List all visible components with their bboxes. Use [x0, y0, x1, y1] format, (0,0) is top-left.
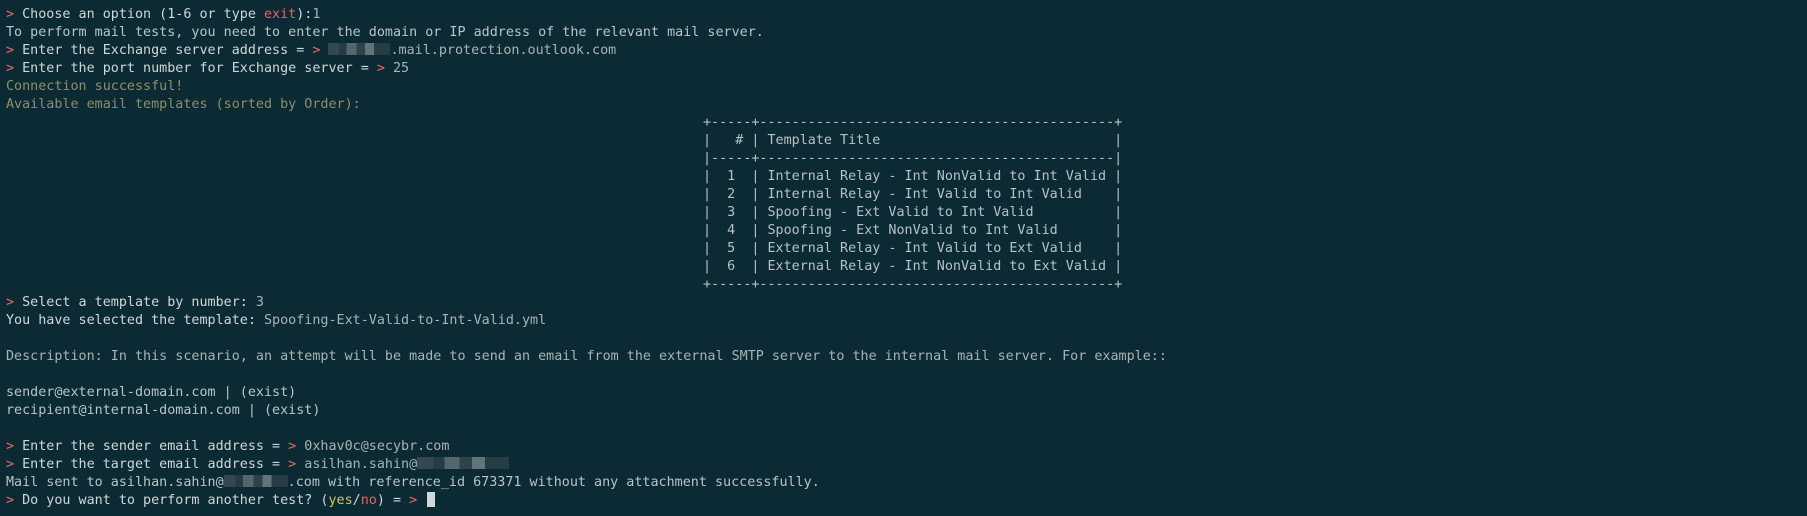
arrow-marker: > — [409, 493, 426, 508]
templates-heading-text: Available email templates (sorted by Ord… — [6, 97, 361, 112]
another-test-line[interactable]: > Do you want to perform another test? (… — [6, 492, 1807, 510]
example-recipient-text: recipient@internal-domain.com | (exist) — [6, 403, 321, 418]
mail-test-info-line: To perform mail tests, you need to enter… — [6, 24, 1807, 42]
description-text: Description: In this scenario, an attemp… — [6, 349, 1167, 364]
templates-table: +-----+---------------------------------… — [703, 114, 1807, 294]
another-test-close: ) = — [376, 493, 410, 508]
mail-sent-prefix: Mail sent to asilhan.sahin@ — [6, 475, 224, 490]
table-row: | 2 | Internal Relay - Int Valid to Int … — [703, 187, 1123, 202]
prompt-marker: > — [6, 295, 15, 310]
choose-option-close: ): — [296, 7, 313, 22]
table-bottom-border: +-----+---------------------------------… — [703, 277, 1123, 292]
mail-sent-suffix: .com with reference_id 673371 without an… — [287, 475, 820, 490]
prompt-marker: > — [6, 7, 15, 22]
select-template-value: 3 — [255, 295, 264, 310]
sender-address-label: Enter the sender email address = — [14, 439, 289, 454]
table-header: | # | Template Title | — [703, 133, 1123, 148]
option-slash: / — [352, 493, 361, 508]
selected-template-value: Spoofing-Ext-Valid-to-Int-Valid.yml — [263, 313, 547, 328]
exchange-address-line: > Enter the Exchange server address = > … — [6, 42, 1807, 60]
target-address-prefix: asilhan.sahin@ — [296, 457, 418, 472]
table-row: | 5 | External Relay - Int Valid to Ext … — [703, 241, 1123, 256]
prompt-marker: > — [6, 61, 15, 76]
redacted-block — [223, 475, 288, 487]
table-row: | 3 | Spoofing - Ext Valid to Int Valid … — [703, 205, 1123, 220]
connection-status-text: Connection successful! — [6, 79, 184, 94]
templates-heading-line: Available email templates (sorted by Ord… — [6, 96, 1807, 114]
exchange-port-line: > Enter the port number for Exchange ser… — [6, 60, 1807, 78]
table-row: | 4 | Spoofing - Ext NonValid to Int Val… — [703, 223, 1123, 238]
prompt-marker: > — [6, 43, 15, 58]
redacted-block — [417, 457, 510, 469]
example-recipient-line: recipient@internal-domain.com | (exist) — [6, 402, 1807, 420]
selected-template-label: You have selected the template: — [6, 313, 264, 328]
selected-template-line: You have selected the template: Spoofing… — [6, 312, 1807, 330]
select-template-label: Select a template by number: — [14, 295, 256, 310]
mail-test-info-text: To perform mail tests, you need to enter… — [6, 25, 764, 40]
terminal-cursor[interactable] — [427, 492, 436, 507]
table-top-border: +-----+---------------------------------… — [703, 115, 1123, 130]
mail-sent-line: Mail sent to asilhan.sahin@ .com with ref… — [6, 474, 1807, 492]
redacted-block — [328, 43, 391, 55]
sender-address-line: > Enter the sender email address = > 0xh… — [6, 438, 1807, 456]
no-option: no — [360, 493, 377, 508]
table-separator: |-----+---------------------------------… — [703, 151, 1123, 166]
example-sender-line: sender@external-domain.com | (exist) — [6, 384, 1807, 402]
arrow-marker: > — [376, 61, 385, 76]
exchange-address-suffix: .mail.protection.outlook.com — [390, 43, 617, 58]
terminal-window[interactable]: > Choose an option (1-6 or type exit):1 … — [0, 0, 1807, 516]
exchange-port-label: Enter the port number for Exchange serve… — [14, 61, 377, 76]
table-row: | 1 | Internal Relay - Int NonValid to I… — [703, 169, 1123, 184]
choose-option-answer: 1 — [312, 7, 321, 22]
prompt-marker: > — [6, 457, 15, 472]
example-sender-text: sender@external-domain.com | (exist) — [6, 385, 297, 400]
target-address-line: > Enter the target email address = > asi… — [6, 456, 1807, 474]
exit-keyword: exit — [263, 7, 297, 22]
prompt-marker: > — [6, 439, 15, 454]
choose-option-text: Choose an option (1-6 or type — [14, 7, 264, 22]
select-template-line: > Select a template by number: 3 — [6, 294, 1807, 312]
exchange-port-value: 25 — [392, 61, 410, 76]
sender-address-value: 0xhav0c@secybr.com — [296, 439, 450, 454]
choose-option-line: > Choose an option (1-6 or type exit):1 — [6, 6, 1807, 24]
target-address-label: Enter the target email address = — [14, 457, 289, 472]
description-line: Description: In this scenario, an attemp… — [6, 348, 1807, 366]
another-test-label: Do you want to perform another test? ( — [14, 493, 329, 508]
connection-status-line: Connection successful! — [6, 78, 1807, 96]
exchange-address-label: Enter the Exchange server address = — [14, 43, 313, 58]
table-row: | 6 | External Relay - Int NonValid to E… — [703, 259, 1123, 274]
yes-option: yes — [328, 493, 353, 508]
prompt-marker: > — [6, 493, 15, 508]
